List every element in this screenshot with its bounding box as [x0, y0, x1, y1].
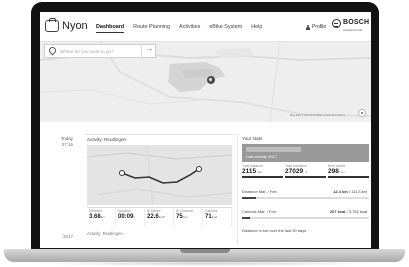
activity-card[interactable]: Activity: Reutlingen Distance 3.68km Dura… [85, 134, 235, 240]
last-activity: Last activity 2017 [246, 154, 277, 159]
total-unit: km [340, 170, 345, 174]
bosch-logo: BOSCH [332, 19, 369, 28]
laptop-mockup: Nyon Dashboard Route Planning Activities… [0, 0, 409, 267]
timeline-prev: 2017 [57, 234, 73, 240]
stat-label: Distance [89, 209, 103, 213]
last-activity-year: 2017 [268, 154, 277, 159]
stat-duration: Duration 00:09h [116, 208, 145, 227]
last-activity-label: Last activity [246, 154, 267, 159]
distance-progress-text: 12.4 km / 111.3 km [333, 189, 367, 194]
logo-text: Nyon [62, 20, 88, 32]
stats-period-panel: Last activity 2017 [242, 144, 369, 162]
stat-unit: km/h [158, 215, 166, 219]
calories-row: Calories Mar. / Feb. 207 kcal / 3,752 kc… [242, 209, 369, 214]
stat-value: 00:09 [118, 214, 134, 220]
calories-progress-fill [242, 217, 250, 219]
activity-title: Activity: Reutlingen [87, 137, 127, 142]
your-stats-card: Your stats Last activity 2017 Total dist… [242, 134, 370, 244]
total-elevation: Total elevation 27029 m [285, 164, 326, 178]
calories-of: / 3,752 kcal [346, 209, 367, 214]
nav-dashboard[interactable]: Dashboard [96, 24, 125, 33]
stat-value: 75 [176, 214, 183, 220]
stat-unit: h [133, 215, 136, 219]
bosch-tagline: Invented for life [343, 28, 363, 32]
period-select[interactable] [246, 147, 301, 152]
stat-label: Ø Speed [147, 209, 161, 213]
bosch-wordmark: BOSCH [343, 19, 370, 26]
calories-label: Calories [242, 209, 257, 214]
total-value: 298 [328, 168, 339, 175]
stat-value: 22.6 [147, 214, 159, 220]
dashboard-content: Today 07:16 2017 Activity: Reutlingen Di… [40, 122, 371, 248]
stat-label: Duration [118, 209, 131, 213]
app-screen: Nyon Dashboard Route Planning Activities… [40, 12, 371, 248]
totals-row: Total distance 2115 km Total elevation 270… [242, 164, 369, 178]
nav-activities[interactable]: Activities [179, 24, 200, 33]
stat-calories: Calories 71kcal [203, 208, 232, 227]
distance-period: Mar. / Feb. [258, 189, 278, 194]
main-nav: Dashboard Route Planning Activities eBik… [96, 24, 262, 33]
search-input[interactable]: Where do you want to go? [60, 49, 141, 54]
activity-stats: Distance 3.68km Duration 00:09h Ø Speed 22.… [87, 207, 232, 227]
distance-row: Distance Mar. / Feb. 12.4 km / 111.3 km [242, 189, 369, 194]
total-distance: Total distance 2115 km [242, 164, 283, 178]
map-location-marker-icon[interactable] [207, 76, 215, 84]
nav-route-planning[interactable]: Route Planning [133, 24, 170, 33]
stat-value: 3.68 [89, 214, 101, 220]
top-header: Nyon Dashboard Route Planning Activities… [40, 12, 371, 42]
calories-value: 207 kcal [329, 209, 346, 214]
distance-30-days: Distance in km over the last 30 days [242, 228, 307, 233]
total-value: 2115 [242, 168, 257, 175]
stat-unit: rpm [182, 215, 188, 219]
distance-of: / 111.3 km [348, 189, 367, 194]
calories-progress-bar [242, 217, 369, 219]
your-stats-title: Your stats [242, 136, 263, 141]
calories-period: Mar. / Feb. [257, 209, 277, 214]
laptop-base [4, 249, 405, 262]
distance-value: 12.4 km [333, 189, 348, 194]
stat-label: Ø Cadence [176, 209, 194, 213]
nav-help[interactable]: Help [251, 24, 262, 33]
nyon-logo[interactable]: Nyon [45, 18, 88, 32]
nav-ebike-system[interactable]: eBike System [209, 24, 242, 33]
bosch-armature-icon [332, 19, 341, 28]
today-time: 07:16 [61, 142, 73, 147]
search-go-button[interactable] [141, 45, 155, 57]
total-value: 27029 [285, 168, 304, 175]
next-activity-title[interactable]: Activity: Reutlingen [87, 231, 123, 236]
stat-unit: kcal [211, 215, 218, 219]
stat-label: Calories [205, 209, 218, 213]
activity-route [87, 145, 232, 205]
distance-progress-bar [242, 197, 369, 199]
profile-link[interactable]: Profile [306, 24, 326, 30]
total-unit: km [257, 170, 262, 174]
location-pin-icon [47, 44, 57, 58]
distance-progress-fill [242, 197, 256, 199]
route-map[interactable]: Where do you want to go? Map data © Open… [40, 42, 371, 122]
calories-progress-text: 207 kcal / 3,752 kcal [330, 209, 367, 214]
column-divider [237, 134, 238, 244]
activity-map[interactable] [87, 145, 232, 205]
total-unit: m [304, 170, 308, 174]
stat-value: 71 [205, 214, 212, 220]
stat-cadence: Ø Cadence 75rpm [174, 208, 203, 227]
recenter-icon[interactable] [358, 109, 366, 117]
prev-time: 2017 [62, 234, 73, 239]
distance-label: Distance [242, 189, 258, 194]
destination-search[interactable]: Where do you want to go? [44, 44, 156, 58]
stat-distance: Distance 3.68km [87, 208, 116, 227]
profile-label: Profile [312, 24, 327, 30]
map-attribution: Map data © OpenStreetMap contributors, T… [290, 114, 346, 117]
nyon-logo-icon [45, 18, 59, 32]
profile-icon [306, 24, 310, 30]
stat-unit: km [100, 215, 105, 219]
stat-speed: Ø Speed 22.6km/h [145, 208, 174, 227]
laptop-notch [180, 249, 230, 253]
best-month: Best month 298 km [328, 164, 369, 178]
timeline-today: Today 07:16 [57, 136, 73, 148]
